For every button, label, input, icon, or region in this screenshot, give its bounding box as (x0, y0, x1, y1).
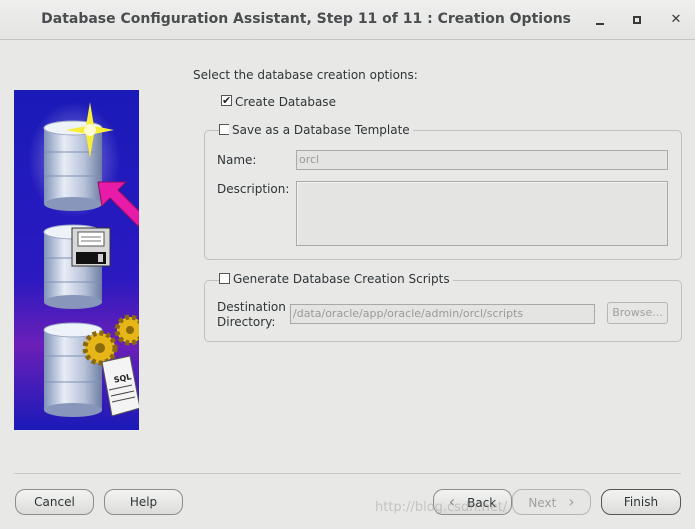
destination-directory-field[interactable]: /data/oracle/app/oracle/admin/orcl/scrip… (290, 304, 595, 324)
floppy-disk-icon (71, 227, 111, 267)
description-field[interactable] (296, 181, 668, 246)
cancel-button[interactable]: Cancel (15, 489, 94, 515)
next-icon: › (568, 492, 575, 511)
directory-label: Directory: (217, 315, 276, 329)
next-button[interactable]: Next › (512, 489, 591, 515)
generate-scripts-checkbox[interactable] (219, 273, 230, 284)
name-label: Name: (217, 153, 257, 167)
window-title: Database Configuration Assistant, Step 1… (41, 11, 571, 27)
database-illustration: SQL (14, 90, 139, 430)
create-database-label: Create Database (235, 95, 336, 109)
name-field[interactable]: orcl (296, 150, 668, 170)
browse-button[interactable]: Browse... (607, 302, 668, 324)
finish-button[interactable]: Finish (601, 489, 681, 515)
help-button[interactable]: Help (104, 489, 183, 515)
next-label: Next (528, 496, 557, 510)
footer-separator (14, 473, 681, 474)
generate-scripts-label: Generate Database Creation Scripts (230, 272, 453, 286)
options-heading: Select the database creation options: (193, 68, 418, 82)
title-bar: Database Configuration Assistant, Step 1… (0, 0, 695, 40)
close-button[interactable]: ✕ (666, 10, 686, 30)
maximize-button[interactable] (627, 10, 647, 30)
minimize-icon (596, 23, 604, 25)
close-icon: ✕ (670, 12, 682, 27)
minimize-button[interactable] (590, 10, 610, 30)
maximize-icon (633, 16, 641, 24)
save-template-label: Save as a Database Template (229, 123, 413, 137)
description-label: Description: (217, 182, 290, 196)
create-database-checkbox[interactable]: ✔ (221, 95, 232, 106)
watermark: http://blog.csdn.net/ (375, 500, 508, 515)
destination-label: Destination (217, 300, 286, 314)
